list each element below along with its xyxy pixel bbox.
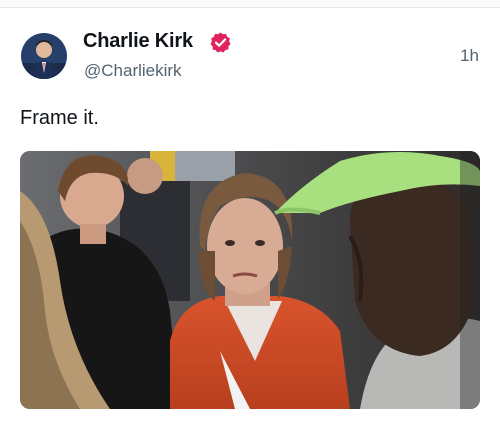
avatar[interactable] — [21, 33, 67, 79]
author-handle[interactable]: @Charliekirk — [84, 61, 182, 81]
verified-badge-icon — [209, 31, 232, 54]
post-card[interactable]: Charlie Kirk @Charliekirk 1h Frame it. — [0, 0, 500, 431]
photo-of-crowd — [20, 151, 480, 409]
avatar-image — [21, 33, 67, 79]
post-media-image[interactable] — [20, 151, 480, 409]
post-timestamp[interactable]: 1h — [460, 46, 479, 66]
author-name[interactable]: Charlie Kirk — [83, 30, 193, 53]
post-text: Frame it. — [20, 107, 99, 129]
